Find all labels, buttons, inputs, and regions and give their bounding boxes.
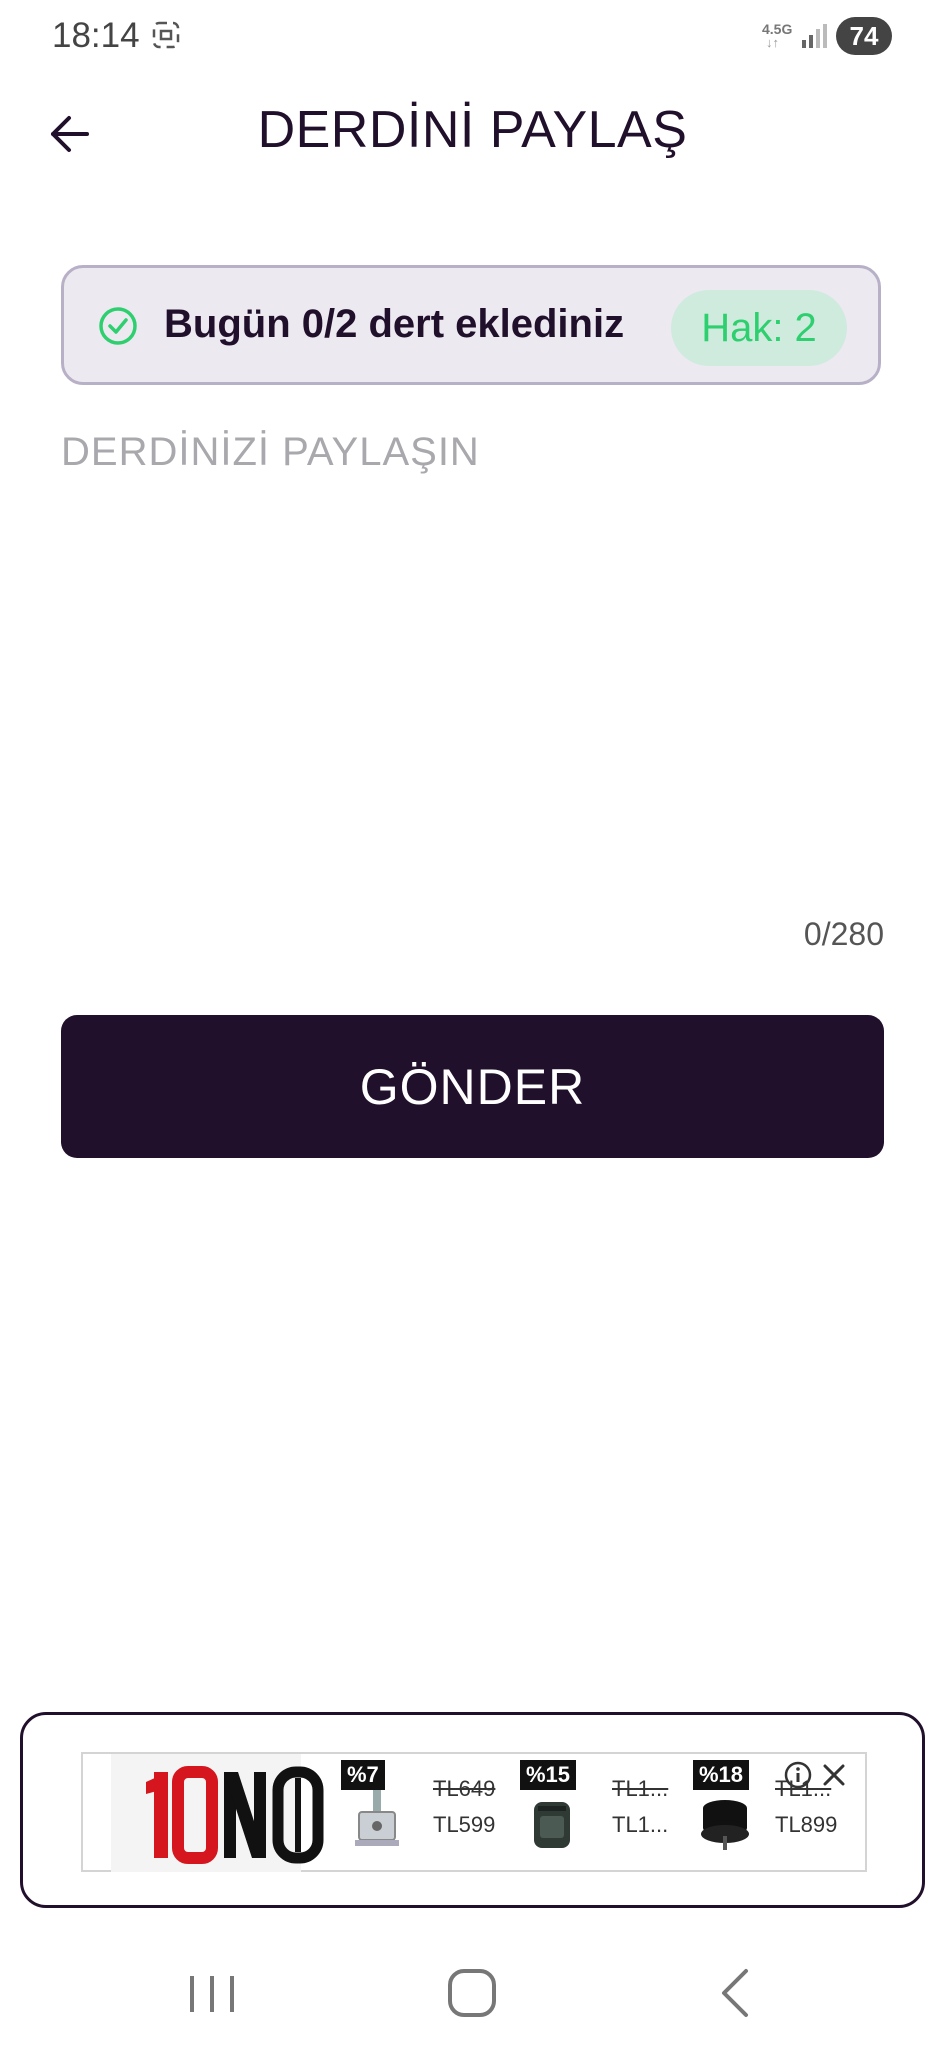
page-title: DERDİNİ PAYLAŞ: [257, 101, 688, 159]
back-button[interactable]: [40, 104, 100, 164]
new-price: TL899: [775, 1812, 838, 1837]
network-type: 4.5G: [762, 21, 793, 37]
back-arrow-icon: [51, 116, 89, 152]
weight-plates-image: [701, 1800, 749, 1850]
projector-mount-image: [355, 1790, 399, 1846]
char-counter: 0/280: [803, 916, 884, 952]
brand-logo-icon: [146, 1766, 324, 1864]
status-time: 18:14: [52, 16, 140, 55]
battery-indicator: 74: [836, 17, 892, 55]
recents-icon[interactable]: [182, 1968, 242, 2018]
ad-product[interactable]: %7 TL649 TL599: [341, 1754, 495, 1872]
check-circle-icon: [99, 307, 137, 345]
home-icon[interactable]: [442, 1963, 502, 2023]
ad-product[interactable]: %15 TL1... TL1...: [520, 1754, 670, 1872]
ad-banner[interactable]: %7 TL649 TL599 %15 TL1... TL1... %18 TL1…: [20, 1712, 925, 1908]
info-icon[interactable]: [783, 1760, 813, 1790]
ad-content[interactable]: %7 TL649 TL599 %15 TL1... TL1... %18 TL1…: [81, 1752, 867, 1872]
ad-brand-logo[interactable]: [111, 1754, 324, 1872]
daily-quota-card: Bugün 0/2 dert eklediniz Hak: 2: [61, 265, 881, 385]
back-icon[interactable]: [710, 1963, 760, 2023]
old-price: TL649: [433, 1776, 496, 1801]
network-arrows-icon: ↓↑: [766, 35, 779, 50]
old-price: TL1...: [612, 1776, 669, 1801]
remaining-rights-badge: Hak: 2: [671, 290, 847, 366]
new-price: TL1...: [612, 1812, 669, 1837]
air-fryer-image: [534, 1802, 570, 1848]
new-price: TL599: [433, 1812, 496, 1837]
send-button[interactable]: GÖNDER: [61, 1015, 884, 1158]
quota-text: Bugün 0/2 dert eklediniz: [164, 302, 625, 346]
signal-icon: [802, 24, 827, 48]
close-icon[interactable]: [819, 1760, 849, 1790]
dert-input[interactable]: [61, 430, 881, 890]
status-bar: 18:14 4.5G ↓↑ 74: [0, 0, 945, 74]
screenshot-icon: [152, 21, 180, 49]
